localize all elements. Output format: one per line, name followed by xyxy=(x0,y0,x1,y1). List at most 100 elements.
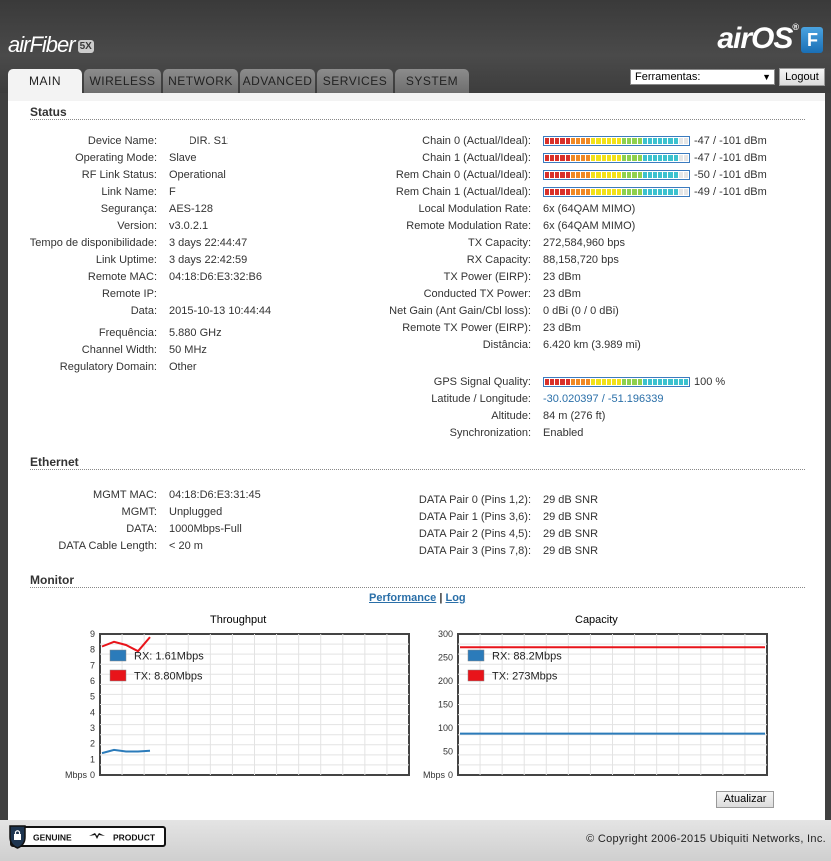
chain-value: -50 / -101 dBm xyxy=(694,169,767,181)
signal-segment xyxy=(555,155,560,161)
signal-segment xyxy=(580,379,586,385)
signal-segment xyxy=(663,172,668,178)
signal-segment xyxy=(673,172,678,178)
y-tick-label: 50 xyxy=(443,747,453,757)
field-label: Conducted TX Power: xyxy=(423,288,531,300)
field-value: 5.880 GHz xyxy=(169,327,222,339)
signal-segment xyxy=(622,172,627,178)
signal-segment xyxy=(596,172,601,178)
signal-segment xyxy=(673,155,678,161)
chain-signal-bar xyxy=(543,170,690,180)
signal-segment xyxy=(658,138,663,144)
signal-segment xyxy=(683,138,688,144)
field-label: Data: xyxy=(130,305,157,317)
signal-segment xyxy=(575,172,580,178)
signal-segment xyxy=(601,155,606,161)
signal-segment xyxy=(652,379,658,385)
signal-segment xyxy=(622,155,627,161)
signal-segment xyxy=(555,379,560,385)
field-value: 272,584,960 bps xyxy=(543,237,625,249)
signal-segment xyxy=(611,189,616,195)
signal-segment xyxy=(586,172,591,178)
throughput-chart-title: Throughput xyxy=(210,614,267,626)
signal-segment xyxy=(668,138,673,144)
y-tick-label: 1 xyxy=(90,754,95,764)
signal-segment xyxy=(642,155,647,161)
field-label: DATA Cable Length: xyxy=(58,540,157,552)
signal-segment xyxy=(555,172,560,178)
signal-segment xyxy=(565,138,570,144)
signal-segment xyxy=(668,189,673,195)
signal-segment xyxy=(550,155,555,161)
status-divider xyxy=(30,119,805,120)
log-link[interactable]: Log xyxy=(445,592,465,604)
signal-segment xyxy=(545,155,550,161)
field-value: 0 dBi (0 / 0 dBi) xyxy=(543,305,619,317)
signal-segment xyxy=(668,379,673,385)
signal-segment xyxy=(627,379,632,385)
y-tick-label: 150 xyxy=(438,700,453,710)
signal-segment xyxy=(652,189,658,195)
redaction-mask xyxy=(176,184,276,200)
signal-segment xyxy=(596,189,601,195)
field-value: 88,158,720 bps xyxy=(543,254,619,266)
signal-segment xyxy=(632,155,637,161)
signal-segment xyxy=(596,155,601,161)
y-tick-label: 2 xyxy=(90,739,95,749)
field-value: 23 dBm xyxy=(543,322,581,334)
chain-signal-bar xyxy=(543,136,690,146)
latlon-label: Latitude / Longitude: xyxy=(431,393,531,405)
field-label: Remote IP: xyxy=(101,288,157,300)
signal-segment xyxy=(658,379,663,385)
signal-segment xyxy=(673,189,678,195)
field-label: DATA Pair 1 (Pins 3,6): xyxy=(418,511,531,523)
field-label: DATA: xyxy=(126,523,157,535)
signal-segment xyxy=(627,138,632,144)
signal-segment xyxy=(586,379,591,385)
signal-segment xyxy=(565,189,570,195)
signal-segment xyxy=(601,138,606,144)
signal-segment xyxy=(678,155,683,161)
monitor-links: Performance | Log xyxy=(369,592,466,604)
ethernet-divider xyxy=(30,469,805,470)
signal-segment xyxy=(575,189,580,195)
signal-segment xyxy=(632,189,637,195)
field-value: AES-128 xyxy=(169,203,214,215)
signal-segment xyxy=(622,379,627,385)
y-tick-label: 9 xyxy=(90,629,95,639)
field-label: Distância: xyxy=(482,339,531,351)
field-value: 6x (64QAM MIMO) xyxy=(543,203,636,215)
signal-segment xyxy=(606,172,611,178)
sync-label: Synchronization: xyxy=(449,427,531,439)
signal-segment xyxy=(606,138,611,144)
signal-segment xyxy=(591,379,596,385)
signal-segment xyxy=(616,189,622,195)
legend-swatch xyxy=(109,669,127,682)
throughput-chart: 0 1 2 3 4 5 6 7 8 9 Mbps RX: 1.61Mbps TX: 8.80Mbps xyxy=(65,629,410,780)
performance-link[interactable]: Performance xyxy=(369,592,436,604)
legend-label: TX: 8.80Mbps xyxy=(134,671,203,683)
field-label: Link Uptime: xyxy=(95,254,157,266)
footer: GENUINE PRODUCT © Copyright 2006-2015 Ub… xyxy=(0,820,831,861)
field-label: Remote TX Power (EIRP): xyxy=(402,322,531,334)
field-value: 6x (64QAM MIMO) xyxy=(543,220,636,232)
y-tick-label: 0 xyxy=(448,770,453,780)
signal-segment xyxy=(668,172,673,178)
signal-segment xyxy=(550,379,555,385)
y-tick-label: 4 xyxy=(90,707,95,717)
legend-swatch xyxy=(467,649,485,662)
field-value: 29 dB SNR xyxy=(543,545,599,557)
field-value: Unplugged xyxy=(169,506,223,518)
field-value: < 20 m xyxy=(169,540,203,552)
latlon-link[interactable]: -30.020397 / -51.196339 xyxy=(543,393,664,405)
field-label: DATA Pair 0 (Pins 1,2): xyxy=(418,494,531,506)
chain-signal-bar xyxy=(543,153,690,163)
signal-segment xyxy=(683,155,688,161)
signal-segment xyxy=(575,379,580,385)
monitor-divider xyxy=(30,587,805,588)
field-value: Slave xyxy=(169,152,197,164)
refresh-button[interactable]: Atualizar xyxy=(716,791,774,808)
field-value: 29 dB SNR xyxy=(543,494,599,506)
signal-segment xyxy=(637,172,642,178)
y-tick-label: 5 xyxy=(90,692,95,702)
